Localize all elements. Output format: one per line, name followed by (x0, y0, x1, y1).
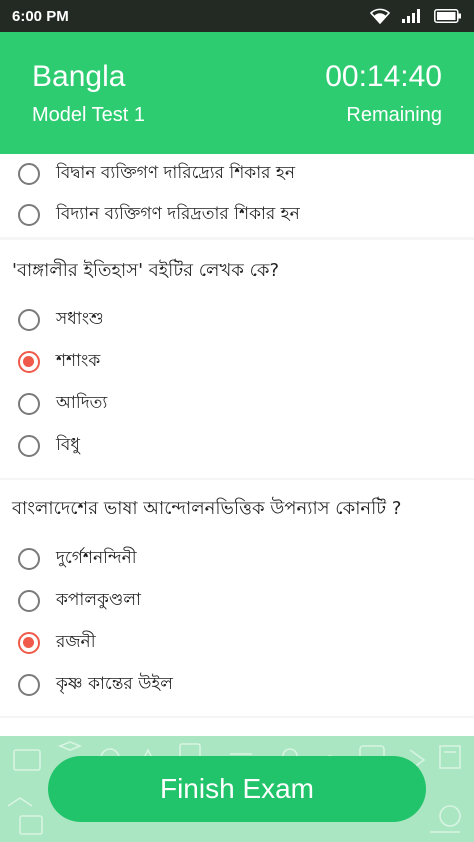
option-item[interactable]: বিধু (18, 431, 80, 461)
option-item[interactable]: বিদ্বান ব্যক্তিগণ দারিদ্র্যের শিকার হন (18, 159, 295, 189)
radio-button[interactable] (18, 163, 40, 185)
countdown-timer: 00:14:40 (325, 60, 442, 93)
option-item[interactable]: কপালকুণ্ডলা (18, 586, 141, 616)
finish-exam-button[interactable]: Finish Exam (48, 756, 426, 822)
status-bar: 6:00 PM (0, 0, 474, 32)
status-time: 6:00 PM (12, 7, 69, 25)
option-item[interactable]: রজনী (18, 628, 96, 658)
option-item[interactable]: শশাংক (18, 347, 100, 377)
radio-button[interactable] (18, 435, 40, 457)
radio-button[interactable] (18, 674, 40, 696)
option-label: শশাংক (56, 351, 101, 371)
option-item[interactable]: কৃষ্ণ কান্তের উইল (18, 670, 173, 700)
option-item[interactable]: দুর্গেশনন্দিনী (18, 544, 137, 574)
option-item[interactable]: বিদ্যান ব্যক্তিগণ দরিদ্রতার শিকার হন (18, 200, 300, 230)
radio-button-selected[interactable] (18, 632, 40, 654)
option-label: সধাংশু (56, 309, 104, 329)
test-name: Model Test 1 (32, 104, 146, 126)
status-icons (370, 8, 462, 24)
battery-icon (434, 9, 461, 23)
question-card: বিদ্বান ব্যক্তিগণ দারিদ্র্যের শিকার হন ব… (0, 154, 474, 237)
signal-icon (402, 9, 420, 23)
option-label: বিদ্যান ব্যক্তিগণ দরিদ্রতার শিকার হন (56, 204, 300, 224)
timer-label: Remaining (346, 104, 442, 126)
radio-button[interactable] (18, 309, 40, 331)
option-label: দুর্গেশনন্দিনী (56, 548, 137, 568)
option-label: আদিত্য (56, 393, 108, 413)
radio-button[interactable] (18, 204, 40, 226)
option-label: কৃষ্ণ কান্তের উইল (56, 674, 173, 694)
option-item[interactable]: আদিত্য (18, 389, 107, 419)
option-label: কপালকুণ্ডলা (56, 590, 141, 610)
wifi-icon (370, 8, 390, 24)
option-item[interactable]: সধাংশু (18, 305, 104, 335)
option-label: রজনী (56, 632, 96, 652)
question-card: বাংলাদেশের ভাষা আন্দোলনভিত্তিক উপন্যাস ক… (0, 480, 474, 716)
radio-button[interactable] (18, 548, 40, 570)
question-card: 'বাঙ্গালীর ইতিহাস' বইটির লেখক কে? সধাংশু… (0, 240, 474, 478)
question-text: বাংলাদেশের ভাষা আন্দোলনভিত্তিক উপন্যাস ক… (12, 498, 402, 519)
radio-button[interactable] (18, 393, 40, 415)
exam-header: Bangla Model Test 1 00:14:40 Remaining (0, 32, 474, 154)
option-label: বিদ্বান ব্যক্তিগণ দারিদ্র্যের শিকার হন (56, 163, 295, 183)
option-label: বিধু (56, 435, 80, 455)
subject-title: Bangla (32, 60, 126, 93)
radio-button[interactable] (18, 590, 40, 612)
question-text: 'বাঙ্গালীর ইতিহাস' বইটির লেখক কে? (12, 260, 280, 281)
radio-button-selected[interactable] (18, 351, 40, 373)
